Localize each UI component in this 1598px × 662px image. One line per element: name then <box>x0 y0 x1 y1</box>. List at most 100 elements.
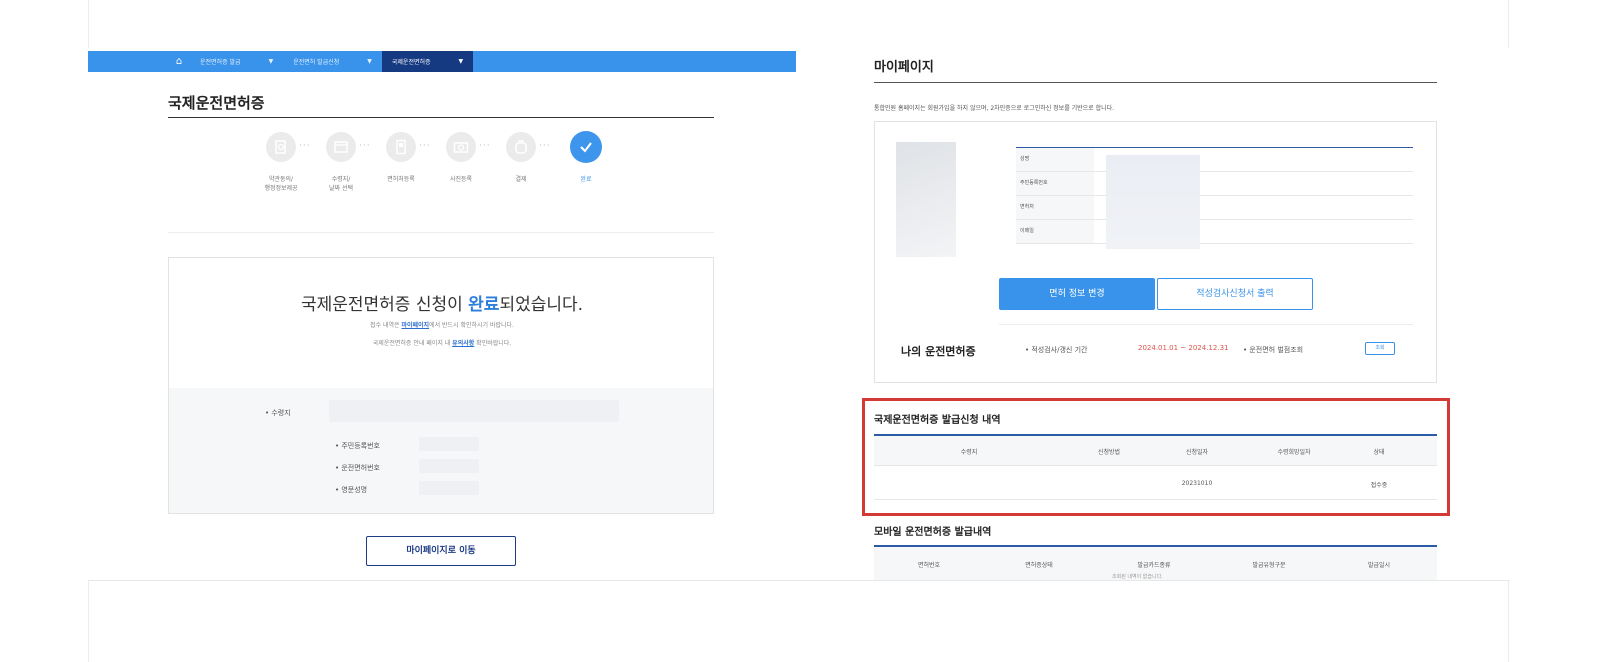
my-license-title: 나의 운전면허증 <box>901 345 976 358</box>
receive-label: • 수령지 <box>265 409 291 417</box>
page-frame-line <box>88 581 89 662</box>
mobile-history-title: 모바일 운전면허증 발급내역 <box>874 527 992 538</box>
column-header: 신청일자 <box>1185 449 1209 456</box>
nav-item-license-apply[interactable]: 운전면허 발급신청 ▼ <box>283 51 382 72</box>
application-status: 접수중 <box>1370 482 1388 489</box>
step-connector: ··· <box>299 141 311 151</box>
step-label-text: 사진등록 <box>449 176 473 183</box>
profile-photo <box>896 142 956 257</box>
section-divider <box>999 324 1413 325</box>
print-aptitude-form-button[interactable]: 적성검사신청서 출력 <box>1157 278 1313 310</box>
column-header: 발급일시 <box>1367 562 1391 569</box>
completion-title-highlight: 완료 <box>468 295 500 315</box>
right-panel: 마이페이지 통합민원 홈페이지는 회원가입을 하지 않으며, 2차인증으로 로그… <box>862 0 1514 580</box>
page-title: 국제운전면허증 <box>168 94 265 112</box>
step-label-text: 약관동의/ 행정정보제공 <box>264 176 298 192</box>
step-label-terms: 약관동의/ 행정정보제공 <box>251 175 311 193</box>
completion-note-mypage: 접수 내역은 마이페이지에서 반드시 확인하시기 바랍니다. <box>169 320 715 329</box>
rrn-label: • 주민등록번호 <box>335 442 380 450</box>
step-label-text: 수령지/ 날짜 선택 <box>329 176 353 192</box>
column-header: 면허증상태 <box>1025 562 1053 569</box>
column-header: 발급유형구분 <box>1252 562 1286 569</box>
calendar-icon <box>326 132 356 162</box>
completion-title: 국제운전면허증 신청이 완료되었습니다. <box>169 290 715 315</box>
redacted-name-value <box>419 481 479 495</box>
row-divider <box>874 499 1437 500</box>
profile-row-label: 면허처 <box>1016 196 1094 219</box>
change-license-info-button[interactable]: 면허 정보 변경 <box>999 278 1155 310</box>
redacted-license-value <box>419 459 479 473</box>
profile-row-label: 성명 <box>1016 148 1094 171</box>
column-header: 수령지 <box>960 449 978 456</box>
completion-title-text: 되었습니다. <box>499 295 584 315</box>
column-header: 발급카드종류 <box>1137 562 1171 569</box>
redacted-receive-value <box>329 400 619 422</box>
search-document-icon <box>266 132 296 162</box>
nav-item-label: 운전면허증 발급 <box>200 59 241 66</box>
application-info: • 수령지 • 주민등록번호 • 운전면허번호 • 영문성명 <box>169 388 713 513</box>
nav-item-intl-license[interactable]: 국제운전면허증 ▼ <box>381 51 474 72</box>
application-date: 20231010 <box>1181 480 1213 487</box>
wallet-icon <box>506 132 536 162</box>
intl-history-title: 국제운전면허증 발급신청 내역 <box>874 415 1001 426</box>
step-connector: ··· <box>479 141 491 151</box>
step-label-photo: 사진등록 <box>431 175 491 184</box>
chevron-down-icon: ▼ <box>367 58 372 65</box>
chevron-down-icon: ▼ <box>458 58 464 65</box>
step-connector: ··· <box>539 141 551 151</box>
step-label-text: 완료 <box>580 176 592 183</box>
note-text: 확인바랍니다. <box>474 340 512 347</box>
column-header: 상태 <box>1373 449 1385 456</box>
mypage-title: 마이페이지 <box>874 60 934 75</box>
home-icon[interactable]: ⌂ <box>168 56 190 67</box>
renewal-period-value: 2024.01.01 ~ 2024.12.31 <box>1138 344 1229 352</box>
section-divider <box>168 232 714 233</box>
step-connector: ··· <box>359 141 371 151</box>
top-nav-bar: ⌂ 운전면허증 발급 ▼ 운전면허 발급신청 ▼ 국제운전면허증 ▼ <box>88 51 796 72</box>
mypage-description: 통합민원 홈페이지는 회원가입을 하지 않으며, 2차인증으로 로그인하신 정보… <box>874 105 1115 112</box>
step-label-payment: 결제 <box>491 175 551 184</box>
renewal-period-label: • 적성검사/갱신 기간 <box>1025 346 1088 354</box>
profile-row: 성명 <box>1016 148 1413 172</box>
nav-item-license-issue[interactable]: 운전면허증 발급 ▼ <box>190 51 283 72</box>
profile-row: 이메일 <box>1016 220 1413 244</box>
step-label-text: 면허처등록 <box>387 176 415 183</box>
license-number-label: • 운전면허번호 <box>335 464 380 472</box>
title-divider <box>874 82 1437 83</box>
redacted-profile-values <box>1106 155 1200 249</box>
id-card-icon <box>386 132 416 162</box>
step-label-text: 결제 <box>515 176 527 183</box>
profile-row: 면허처 <box>1016 196 1413 220</box>
note-text: 접수 내역은 <box>370 322 402 329</box>
check-icon <box>570 131 602 163</box>
column-header: 면허번호 <box>917 562 941 569</box>
empty-list-message: 조회된 내역이 없습니다. <box>1112 574 1163 580</box>
completion-title-text: 국제운전면허증 신청이 <box>300 295 469 315</box>
redacted-rrn-value <box>419 437 479 451</box>
completion-note-caution: 국제운전면허증 안내 페이지 내 유의사항 확인바랍니다. <box>169 338 715 347</box>
note-text: 국제운전면허증 안내 페이지 내 <box>372 340 453 347</box>
profile-row: 주민등록번호 <box>1016 172 1413 196</box>
chevron-down-icon: ▼ <box>268 58 274 65</box>
camera-icon <box>446 132 476 162</box>
penalty-check-button[interactable]: 조회 <box>1365 342 1395 355</box>
penalty-check-label: • 운전면허 벌점조회 <box>1243 346 1304 354</box>
page-frame-line <box>1508 581 1509 662</box>
completion-box: 국제운전면허증 신청이 완료되었습니다. 접수 내역은 마이페이지에서 반드시 … <box>168 257 714 514</box>
go-to-mypage-button[interactable]: 마이페이지로 이동 <box>366 536 516 566</box>
profile-row-label: 주민등록번호 <box>1016 172 1094 195</box>
caution-link[interactable]: 유의사항 <box>452 340 474 347</box>
step-label-complete: 완료 <box>556 175 616 184</box>
profile-row-label: 이메일 <box>1016 220 1094 243</box>
intl-table-header: 수령지 신청방법 신청일자 수령희망일자 상태 <box>874 436 1437 465</box>
profile-card: 성명 주민등록번호 면허처 이메일 면허 정보 변경 적성검사신청서 출력 나의… <box>874 121 1437 383</box>
column-header: 신청방법 <box>1097 449 1121 456</box>
note-text: 에서 반드시 확인하시기 바랍니다. <box>429 322 514 329</box>
nav-item-label: 운전면허 발급신청 <box>293 59 340 66</box>
mypage-link[interactable]: 마이페이지 <box>401 322 429 329</box>
step-connector: ··· <box>419 141 431 151</box>
step-label-register: 면허처등록 <box>371 175 431 184</box>
column-header: 수령희망일자 <box>1277 449 1311 456</box>
step-label-receive: 수령지/ 날짜 선택 <box>311 175 371 193</box>
bottom-divider <box>88 580 1510 581</box>
